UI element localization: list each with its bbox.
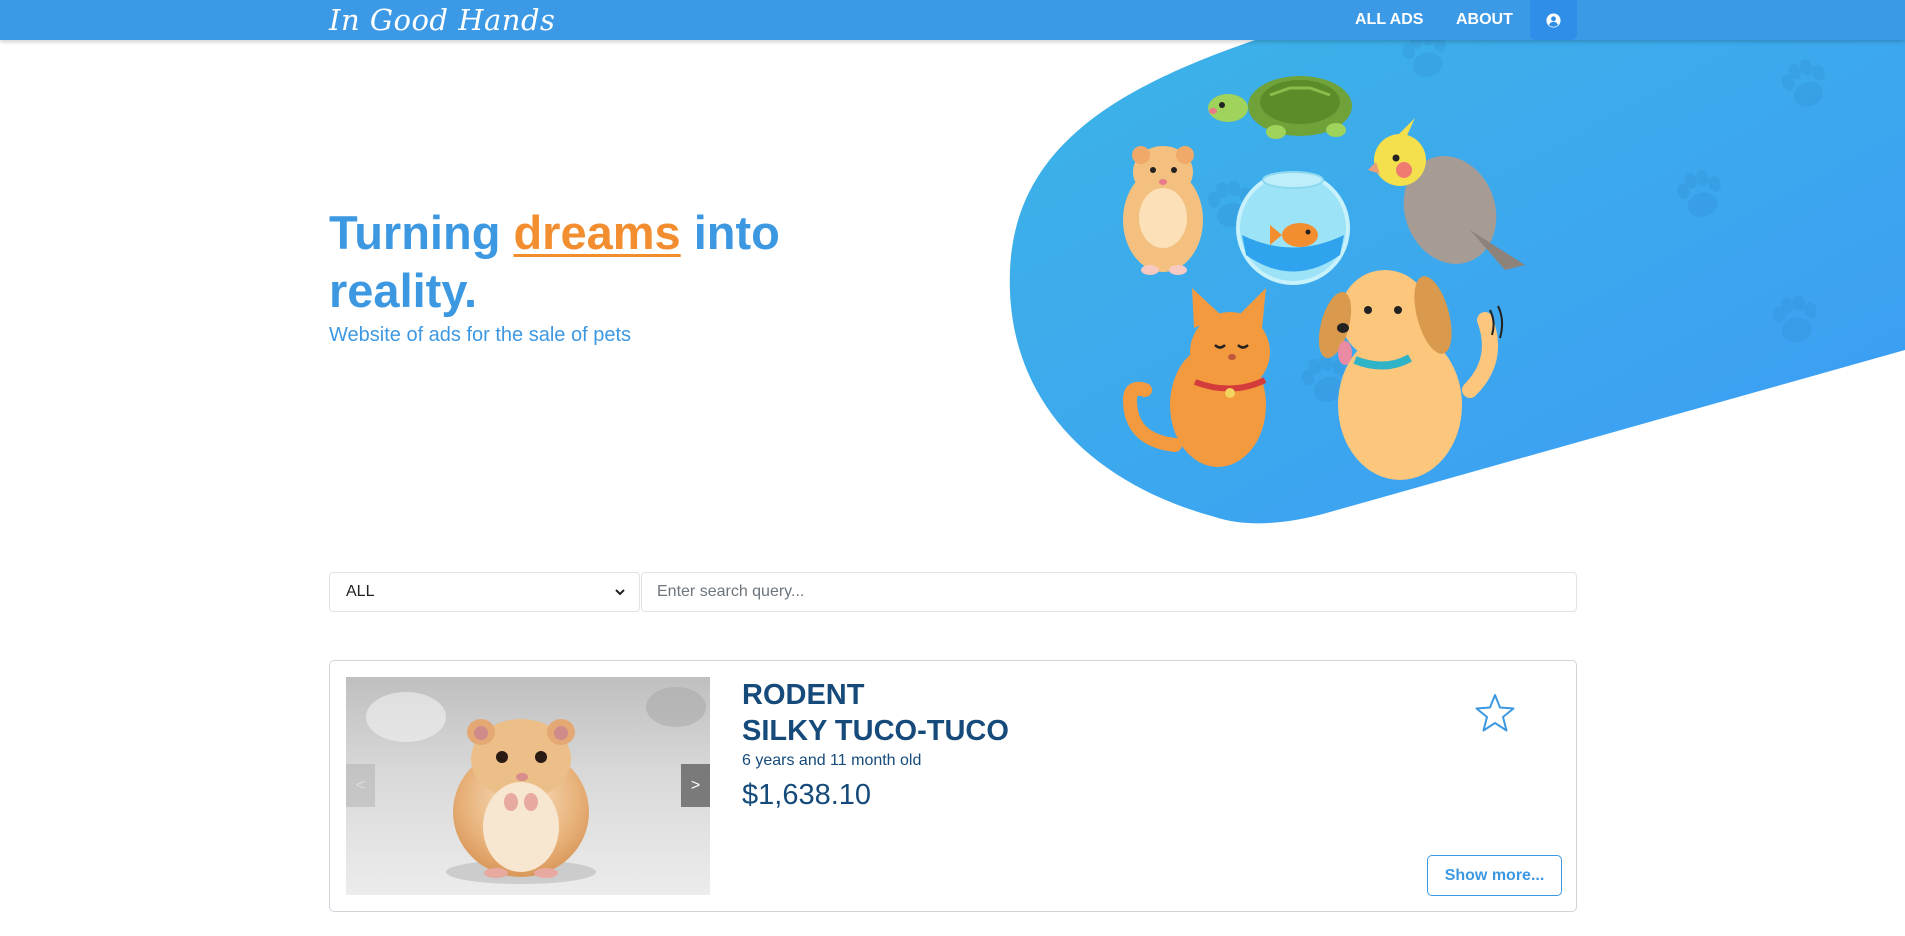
fishbowl-icon [1236,171,1350,285]
carousel-next-button[interactable]: > [681,764,710,807]
chevron-down-icon [615,589,625,596]
category-select[interactable]: ALL [329,572,640,612]
cockatiel-icon [1368,118,1525,270]
hero-subtitle: Website of ads for the sale of pets [329,324,632,346]
search-input[interactable] [641,572,1577,612]
pets-illustration [1122,76,1525,480]
show-more-button[interactable]: Show more... [1427,855,1562,896]
turtle-icon [1208,76,1352,139]
hero-background-shape [1009,25,1905,524]
user-account-button[interactable] [1530,0,1577,40]
navbar: In Good Hands ALL ADS ABOUT [0,0,1905,40]
ad-image-carousel: < > [346,677,710,895]
hamster-photo [346,677,710,895]
ad-category: RODENT [742,679,865,711]
ad-title: SILKY TUCO-TUCO [742,715,1009,747]
nav-about-link[interactable]: ABOUT [1456,11,1513,29]
cat-icon [1122,288,1270,467]
hero-title-accent: dreams [513,206,681,259]
user-circle-icon [1546,12,1561,28]
favorite-star-icon[interactable] [1473,691,1517,735]
category-select-value: ALL [346,583,375,600]
ad-price: $1,638.10 [742,779,872,811]
carousel-prev-button[interactable]: < [346,764,375,807]
brand-logo[interactable]: In Good Hands [329,3,555,37]
ad-card: < > RODENT SILKY TUCO-TUCO 6 years and 1… [329,660,1577,912]
hero-title: Turning dreams into reality. [329,206,780,317]
hamster-icon [1123,146,1203,275]
dog-icon [1318,270,1504,480]
nav-all-ads-link[interactable]: ALL ADS [1355,11,1423,29]
ad-age: 6 years and 11 month old [742,752,922,769]
